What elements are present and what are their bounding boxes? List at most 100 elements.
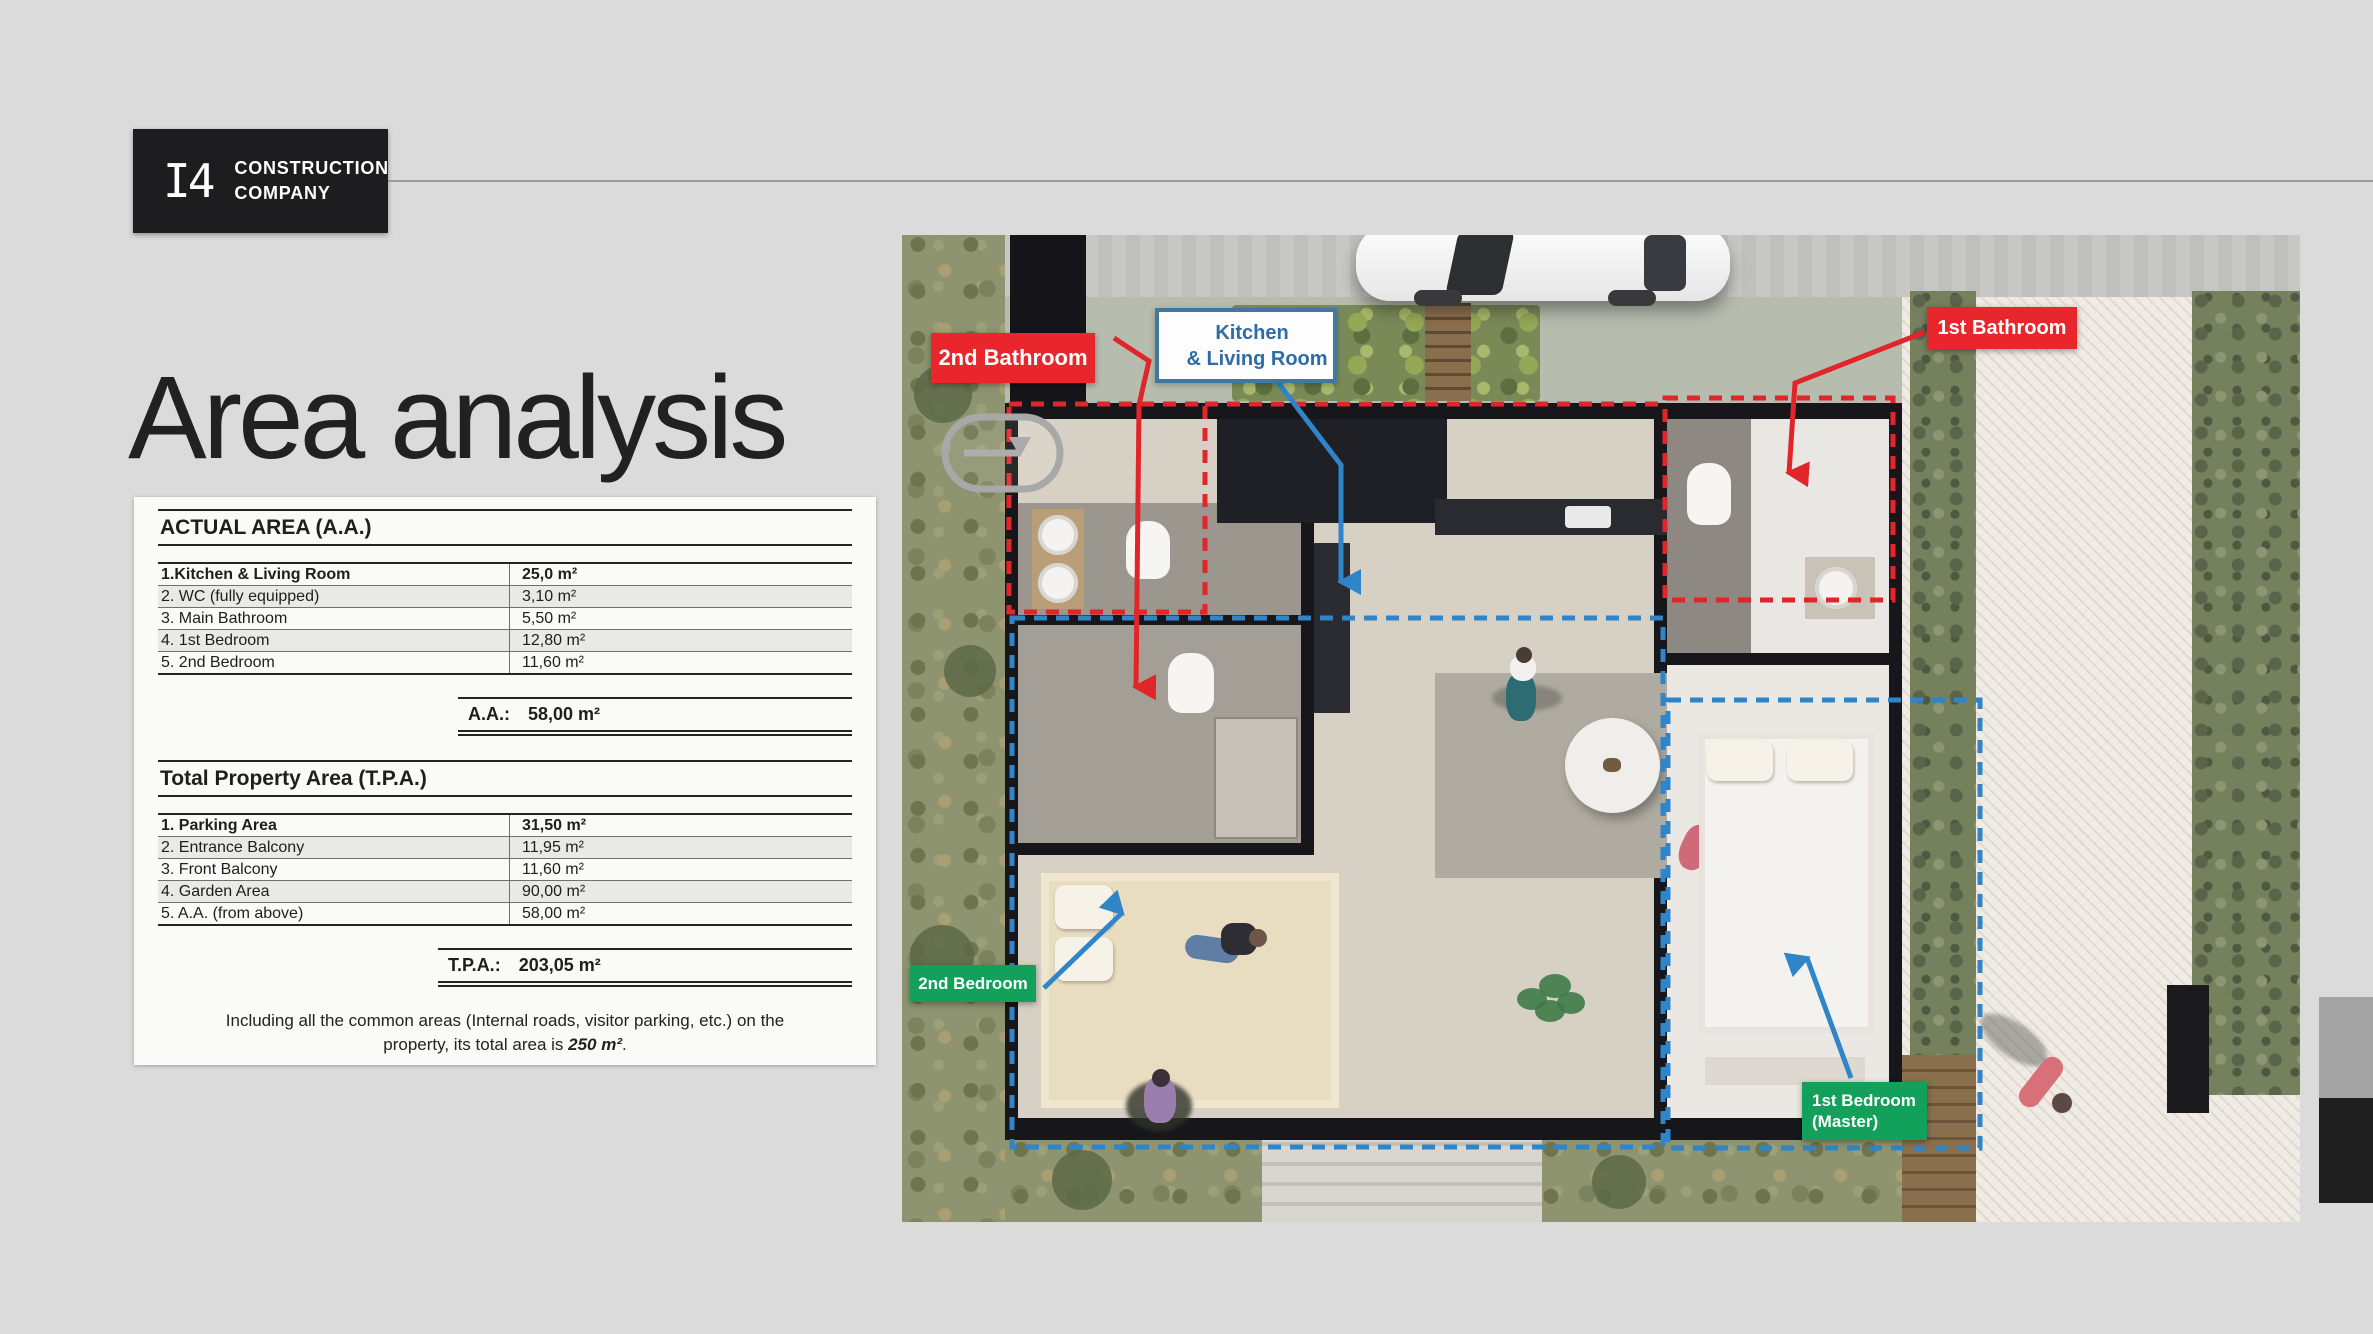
floorplan-image: 2nd Bathroom 1st Bathroom Kitchen & Livi… [902,235,2300,1222]
person-head [1249,929,1267,947]
tree [944,645,996,697]
row-label: 1.Kitchen & Living Room [158,564,509,585]
total-label: T.P.A.: [448,955,501,976]
logo-monogram-icon: Ι4 [163,154,212,208]
hedge-strip [2192,291,2300,1095]
table-row: 2. Entrance Balcony 11,95 m² [158,837,852,859]
label-text: 2nd Bathroom [938,345,1087,371]
page-title: Area analysis [128,358,784,478]
pillow [1787,741,1853,781]
bush [1592,1155,1646,1209]
toilet [1126,521,1170,579]
row-value: 3,10 m² [509,586,852,607]
label-text: 1st Bedroom [1812,1090,1916,1111]
label-kitchen-living-room: Kitchen & Living Room [1155,308,1337,383]
bush [1052,1150,1112,1210]
label-text: (Master) [1812,1111,1878,1132]
table-row: 1. Parking Area 31,50 m² [158,815,852,837]
row-value: 11,95 m² [509,837,852,858]
table-row: 4. 1st Bedroom 12,80 m² [158,630,852,652]
edge-decoration-black [2319,1098,2373,1203]
row-value: 58,00 m² [509,903,852,924]
pillow [1055,885,1113,929]
media-wall [1314,543,1350,713]
round-sink [1815,567,1857,609]
car-rear-window [1644,235,1686,291]
logo-line1: CONSTRUCTION [234,158,389,178]
person-head [1152,1069,1170,1087]
row-value: 31,50 m² [509,815,852,836]
presentation-slide: Ι4 CONSTRUCTION COMPANY Area analysis AC… [0,0,2373,1334]
footnote-total-area: 250 m² [568,1035,622,1054]
footnote-period: . [622,1035,627,1054]
row-label: 2. Entrance Balcony [158,837,509,858]
toilet [1168,653,1214,713]
wall [1005,403,1018,1140]
car-wheel [1608,290,1656,306]
car-wheel [1414,290,1462,306]
gate-wall [2167,985,2209,1113]
hedge-strip [1910,291,1976,1055]
total-property-area-table: 1. Parking Area 31,50 m² 2. Entrance Bal… [158,813,852,926]
row-label: 3. Front Balcony [158,859,509,880]
table-row: 3. Front Balcony 11,60 m² [158,859,852,881]
section-header-total-property-area: Total Property Area (T.P.A.) [158,760,852,797]
logo-text: CONSTRUCTION COMPANY [234,156,389,206]
section-header-actual-area: ACTUAL AREA (A.A.) [158,509,852,546]
row-value: 12,80 m² [509,630,852,651]
master-bed [1699,733,1874,1033]
table-row: 3. Main Bathroom 5,50 m² [158,608,852,630]
actual-area-subtotal: A.A.: 58,00 m² [458,697,852,736]
label-text: 1st Bathroom [1938,317,2067,340]
bathroom-floor [1667,419,1751,653]
label-text: & Living Room [1176,346,1327,372]
house-floorplan [1005,403,1902,1140]
table-row: 5. 2nd Bedroom 11,60 m² [158,652,852,673]
palm-plant [1517,970,1587,1030]
table-row: 4. Garden Area 90,00 m² [158,881,852,903]
label-1st-bedroom-master: 1st Bedroom (Master) [1802,1082,1927,1140]
row-value: 11,60 m² [509,652,852,673]
label-2nd-bedroom: 2nd Bedroom [910,965,1036,1002]
shower [1214,717,1298,839]
pillow [1707,741,1773,781]
footnote-line2: property, its total area is [383,1035,568,1054]
total-value: 203,05 m² [519,955,601,976]
wood-slats [1425,303,1471,401]
row-label: 4. 1st Bedroom [158,630,509,651]
row-value: 11,60 m² [509,859,852,880]
actual-area-table: 1.Kitchen & Living Room 25,0 m² 2. WC (f… [158,562,852,675]
first-bathroom [1667,419,1889,653]
toilet [1687,463,1731,525]
wall [1018,843,1301,855]
row-label: 4. Garden Area [158,881,509,902]
kitchen-sink [1565,506,1611,528]
wall [1018,615,1301,625]
kitchen-cabinets [1217,419,1447,523]
row-value: 90,00 m² [509,881,852,902]
person-head [1516,647,1532,663]
edge-decoration-gray [2319,997,2373,1098]
label-text: Kitchen [1215,320,1288,346]
row-label: 2. WC (fully equipped) [158,586,509,607]
car-windshield [1445,235,1515,295]
company-logo: Ι4 CONSTRUCTION COMPANY [133,129,388,233]
area-analysis-panel: ACTUAL AREA (A.A.) 1.Kitchen & Living Ro… [134,497,876,1065]
total-property-area-total: T.P.A.: 203,05 m² [438,948,852,987]
row-value: 5,50 m² [509,608,852,629]
wall [1667,653,1889,665]
footnote: Including all the common areas (Internal… [158,1009,852,1057]
footnote-line1: Including all the common areas (Internal… [226,1011,784,1030]
label-2nd-bathroom: 2nd Bathroom [931,333,1095,383]
row-label: 5. 2nd Bedroom [158,652,509,673]
sink [1038,515,1078,555]
subtotal-value: 58,00 m² [528,704,600,725]
sink [1038,563,1078,603]
table-row: 5. A.A. (from above) 58,00 m² [158,903,852,924]
header-divider-line [388,180,2373,182]
row-label: 5. A.A. (from above) [158,903,509,924]
label-text: 2nd Bedroom [918,974,1028,994]
coffee-table [1565,718,1660,813]
row-value: 25,0 m² [509,564,852,585]
front-balcony-steps [1262,1140,1542,1222]
